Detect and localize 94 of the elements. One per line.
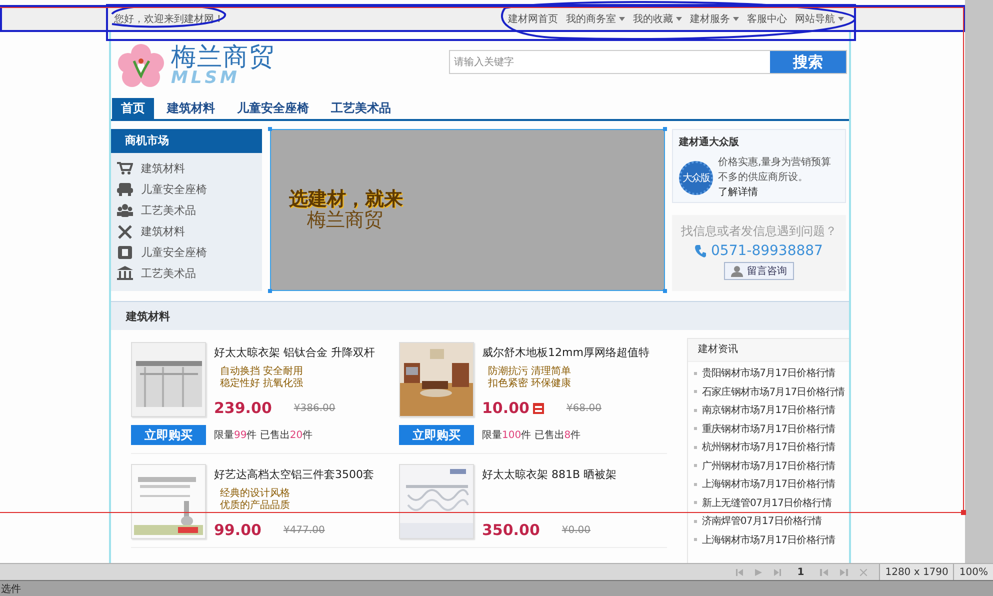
menu-item[interactable]: 儿童安全座椅 xyxy=(141,245,207,260)
top-link[interactable]: 客服中心 xyxy=(747,12,787,26)
news-link[interactable]: 新上无缝管07月17日价格行情 xyxy=(702,496,832,510)
section-title: 建筑材料 xyxy=(126,308,170,324)
banner-headline: 选建材，就来 xyxy=(289,188,404,210)
menu-item[interactable]: 儿童安全座椅 xyxy=(141,182,207,197)
play-icon[interactable] xyxy=(755,568,762,576)
square-icon xyxy=(117,245,133,260)
bullet-icon xyxy=(694,446,697,449)
bullet-icon xyxy=(694,427,697,430)
news-link[interactable]: 杭州钢材市场7月17日价格行情 xyxy=(702,440,836,454)
canvas-size: 1280 x 1790 xyxy=(879,564,954,580)
menu-item[interactable]: 工艺美术品 xyxy=(141,203,196,218)
selection-handle[interactable] xyxy=(663,289,667,293)
old-price: ¥477.00 xyxy=(283,524,325,536)
news-link[interactable]: 南京钢材市场7月17日价格行情 xyxy=(702,403,836,418)
menu-title: 商机市场 xyxy=(111,129,262,153)
next-frame-icon[interactable] xyxy=(840,568,848,576)
logo-text: 梅兰商贸 xyxy=(171,44,275,68)
news-link[interactable]: 上海钢材市场7月17日价格行情 xyxy=(702,477,836,492)
seat-icon xyxy=(117,182,133,197)
top-link[interactable]: 我的收藏 xyxy=(633,12,682,26)
selection-handle[interactable] xyxy=(663,127,667,131)
bullet-icon xyxy=(694,390,697,394)
bullet-icon xyxy=(694,464,697,468)
menu-item[interactable]: 建筑材料 xyxy=(141,161,185,176)
news-title: 建材资讯 xyxy=(688,339,849,362)
nav-tab[interactable]: 首页 xyxy=(112,98,154,119)
search-field[interactable]: 请输入关键字 搜索 xyxy=(449,50,847,74)
feature-text: 经典的设计风格 优质的产品品质 xyxy=(220,488,291,512)
bullet-icon xyxy=(694,520,697,523)
feature-text: 防潮抗污 清理简单 扣色紧密 环保健康 xyxy=(488,366,572,390)
last-frame-icon[interactable] xyxy=(774,568,782,576)
selection-handle[interactable] xyxy=(268,127,272,131)
nav-tab[interactable]: 建筑材料 xyxy=(158,98,224,119)
building-icon xyxy=(117,266,133,281)
panel-tab[interactable]: 选件 xyxy=(1,582,21,596)
nav-tab[interactable]: 工艺美术品 xyxy=(322,98,400,119)
bullet-icon xyxy=(694,538,697,542)
selection-handle[interactable] xyxy=(268,289,272,293)
product-price: 99.00 xyxy=(214,521,262,539)
edition-badge: 大众版 xyxy=(679,160,713,194)
menu-item[interactable]: 建筑材料 xyxy=(141,224,185,239)
news-link[interactable]: 上海钢材市场7月17日价格行情 xyxy=(702,532,836,547)
tools-icon xyxy=(117,224,133,239)
promo-title: 建材通大众版 xyxy=(679,136,740,149)
page-number: 1 xyxy=(797,566,804,578)
previous-frame-icon[interactable] xyxy=(820,568,828,576)
bullet-icon xyxy=(694,482,697,486)
news-link[interactable]: 济南焊管07月17日价格行情 xyxy=(702,514,822,528)
bullet-icon xyxy=(694,501,697,504)
logo-icon xyxy=(117,43,165,87)
phone-number: 0571-89938887 xyxy=(711,243,823,259)
product-title: 好太太晾衣架 铝钛合金 升降双杆 xyxy=(214,345,376,360)
news-link[interactable]: 石家庄钢材市场7月17日价格行情 xyxy=(702,384,845,399)
search-button[interactable]: 搜索 xyxy=(770,51,846,73)
first-frame-icon[interactable] xyxy=(736,568,744,576)
promo-text: 价格实惠,量身为营销预算不多的供应商所设。 了解详情 xyxy=(718,156,832,200)
old-price: ¥0.00 xyxy=(562,524,591,536)
logo-subtext: MLSM xyxy=(171,70,240,86)
message-button[interactable]: 留言咨询 xyxy=(724,262,794,280)
product-title: 好艺达高档太空铝三件套3500套 xyxy=(214,467,375,482)
zoom-level[interactable]: 100% xyxy=(953,564,993,580)
close-icon[interactable] xyxy=(860,568,868,576)
news-link[interactable]: 重庆钢材市场7月17日价格行情 xyxy=(702,422,836,436)
product-price: 10.00 xyxy=(482,399,530,417)
stock-text: 限量100件 已售出8件 xyxy=(482,428,582,442)
bullet-icon xyxy=(694,372,697,375)
phone-icon xyxy=(695,244,706,258)
feature-text: 自动换挡 安全耐用 稳定性好 抗氧化强 xyxy=(220,366,304,390)
old-price: ¥386.00 xyxy=(294,402,336,414)
product-price: 239.00 xyxy=(214,399,272,417)
top-link[interactable]: 建材服务 xyxy=(690,12,739,26)
top-link[interactable]: 网站导航 xyxy=(795,12,844,26)
banner-subtitle: 梅兰商贸 xyxy=(307,210,384,230)
nav-tab[interactable]: 儿童安全座椅 xyxy=(228,98,318,119)
help-question: 找信息或者发信息遇到问题？ xyxy=(681,223,837,240)
product-title: 威尔舒木地板12mm厚网络超值特 xyxy=(482,345,650,360)
person-icon xyxy=(731,266,743,276)
stock-text: 限量99件 已售出20件 xyxy=(214,428,314,442)
top-link[interactable]: 建材网首页 xyxy=(508,12,558,26)
news-link[interactable]: 广州钢材市场7月17日价格行情 xyxy=(702,458,836,473)
old-price: ¥68.00 xyxy=(566,402,602,414)
news-link[interactable]: 贵阳钢材市场7月17日价格行情 xyxy=(702,366,836,380)
details-link[interactable]: 了解详情 xyxy=(718,187,758,198)
buy-button[interactable]: 立即购买 xyxy=(131,425,206,445)
top-link[interactable]: 我的商务室 xyxy=(566,12,625,26)
cart-icon xyxy=(117,161,133,176)
product-title: 好太太晾衣架 881B 晒被架 xyxy=(482,467,618,482)
bullet-icon xyxy=(694,408,697,412)
people-icon xyxy=(117,203,133,218)
product-price: 350.00 xyxy=(482,521,540,539)
menu-item[interactable]: 工艺美术品 xyxy=(141,266,196,281)
buy-button[interactable]: 立即购买 xyxy=(399,425,474,445)
